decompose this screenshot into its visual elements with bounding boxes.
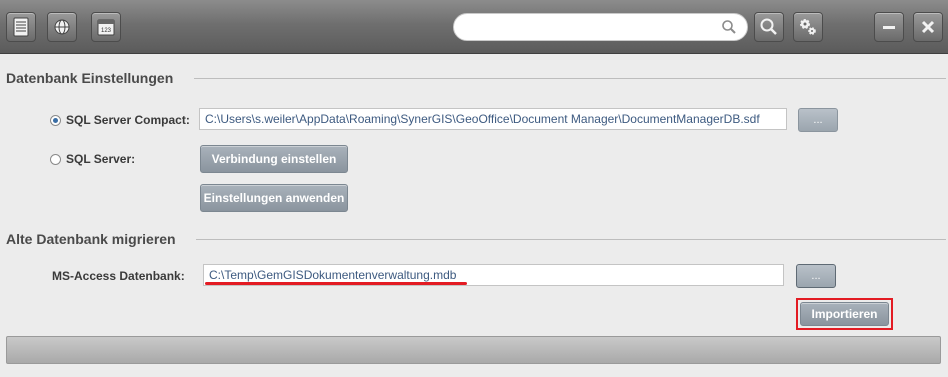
document-list-icon[interactable] [6,12,36,42]
sql-server-option[interactable]: SQL Server: [50,152,135,166]
browse-sdf-button[interactable]: ... [798,108,838,132]
search-button-icon[interactable] [754,12,784,42]
sql-compact-radio[interactable] [50,114,61,126]
section-divider [194,78,946,79]
apply-settings-button[interactable]: Einstellungen anwenden [200,184,348,212]
search-icon [721,19,737,38]
toolbar: 123 [0,0,948,54]
minimize-icon[interactable] [874,12,904,42]
calendar-icon[interactable]: 123 [91,12,121,42]
connect-button[interactable]: Verbindung einstellen [200,145,348,173]
svg-text:123: 123 [101,28,112,34]
search-box [453,13,748,41]
sql-compact-path-field[interactable]: C:\Users\s.weiler\AppData\Roaming\SynerG… [199,108,787,130]
sql-compact-option[interactable]: SQL Server Compact: [50,113,190,127]
search-input[interactable] [466,17,720,37]
migrate-title: Alte Datenbank migrieren [6,231,176,247]
import-button[interactable]: Importieren [800,302,889,326]
gear-icon[interactable] [793,12,823,42]
sql-compact-label: SQL Server Compact: [66,113,190,127]
progress-bar [6,336,941,364]
section-divider [196,239,946,240]
access-db-label: MS-Access Datenbank: [52,269,185,283]
globe-settings-icon[interactable] [47,12,77,42]
browse-mdb-button[interactable]: ... [796,264,836,288]
db-settings-title: Datenbank Einstellungen [6,70,174,86]
sql-server-label: SQL Server: [66,152,136,166]
sql-server-radio[interactable] [50,153,61,165]
path-highlight-underline [205,282,467,285]
close-icon[interactable] [913,12,943,42]
